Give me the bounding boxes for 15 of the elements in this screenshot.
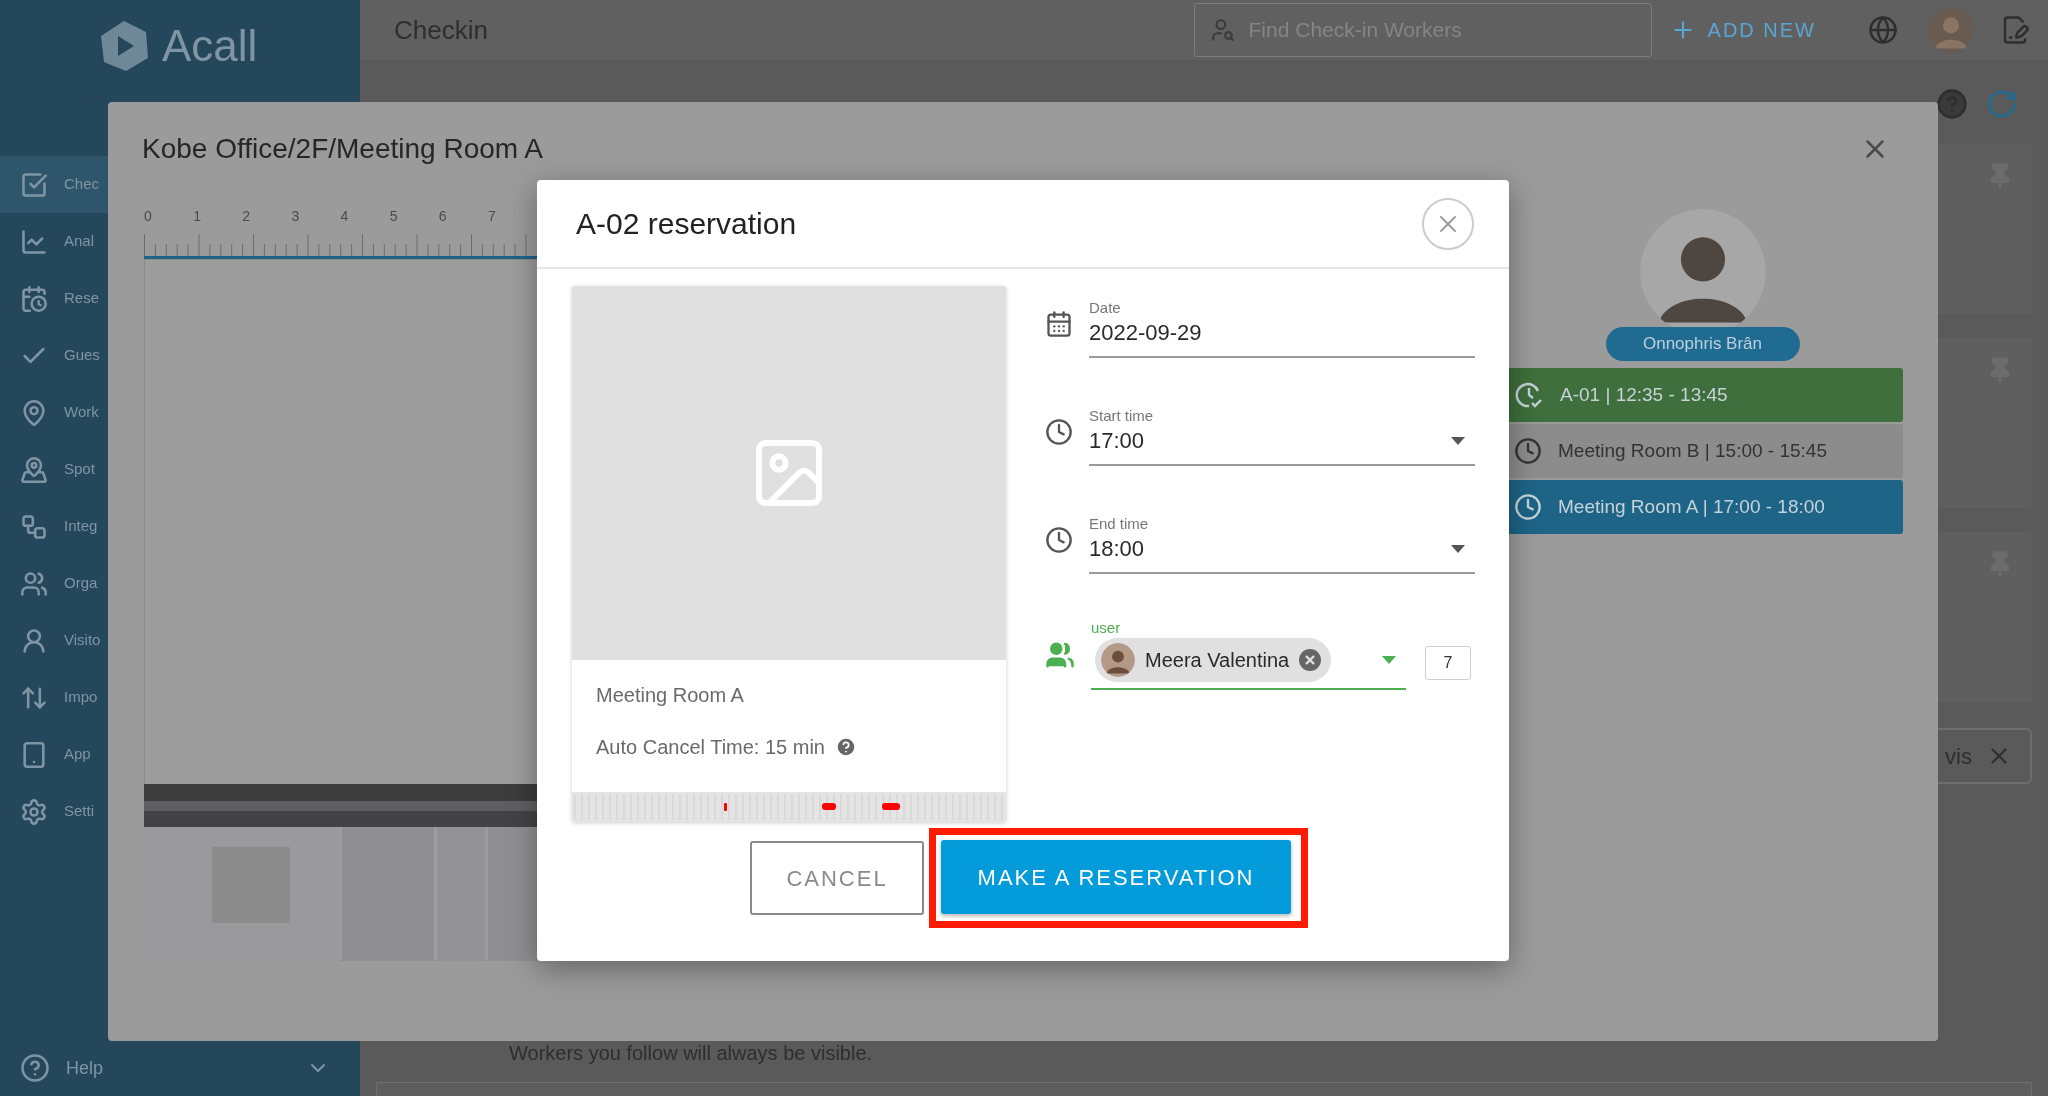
ruler-label: 7 xyxy=(487,209,497,223)
room-name: Meeting Room A xyxy=(596,683,745,708)
ruler-label: 4 xyxy=(340,209,350,223)
count-box: 7 xyxy=(1425,646,1471,680)
ruler-label: 1 xyxy=(193,209,202,223)
auto-cancel-text: Auto Cancel Time: 15 min xyxy=(596,735,825,760)
logo-text: Acall xyxy=(162,24,258,68)
ruler-label: 5 xyxy=(389,209,399,223)
modal-title: Kobe Office/2F/Meeting Room A xyxy=(142,132,544,166)
ruler-label: 6 xyxy=(438,209,448,223)
ruler-label: 0 xyxy=(144,209,153,223)
dialog-title: A-02 reservation xyxy=(576,206,797,242)
ruler-label: 2 xyxy=(242,209,252,223)
person-name-badge: Onnophris Brân xyxy=(1605,327,1800,361)
ruler-label: 3 xyxy=(291,209,301,223)
